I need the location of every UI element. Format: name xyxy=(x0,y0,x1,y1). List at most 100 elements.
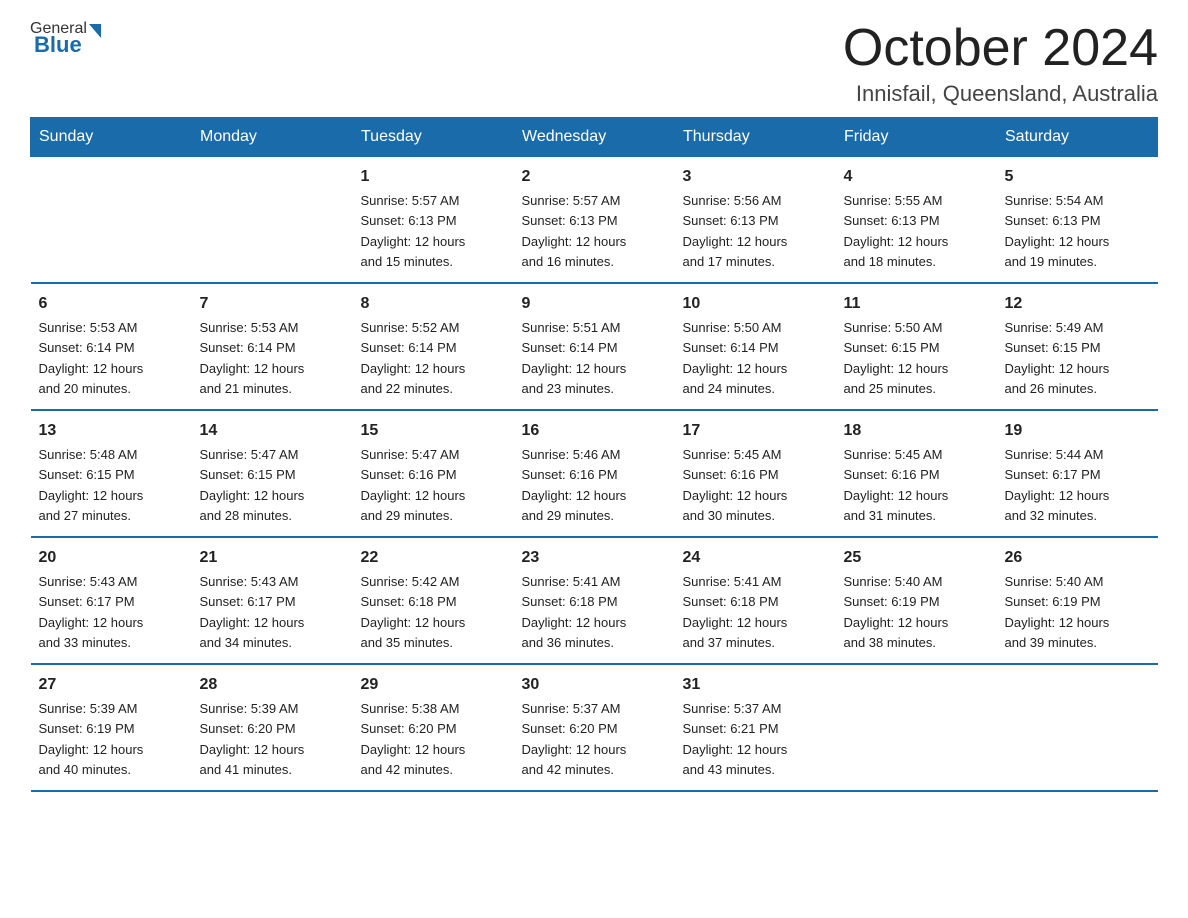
day-info: Sunrise: 5:46 AM Sunset: 6:16 PM Dayligh… xyxy=(522,447,627,523)
calendar-body: 1Sunrise: 5:57 AM Sunset: 6:13 PM Daylig… xyxy=(31,157,1158,792)
location-subtitle: Innisfail, Queensland, Australia xyxy=(843,81,1158,107)
calendar-day-cell: 1Sunrise: 5:57 AM Sunset: 6:13 PM Daylig… xyxy=(353,157,514,284)
weekday-header-sunday: Sunday xyxy=(31,118,192,157)
day-number: 10 xyxy=(683,292,828,316)
calendar-day-cell: 17 Sunrise: 5:45 AM Sunset: 6:16 PM Dayli… xyxy=(675,410,836,537)
weekday-header-saturday: Saturday xyxy=(997,118,1158,157)
day-number: 20 xyxy=(39,546,184,570)
calendar-day-cell: 31 Sunrise: 5:37 AM Sunset: 6:21 PM Dayli… xyxy=(675,664,836,791)
day-number: 25 xyxy=(844,546,989,570)
day-number: 30 xyxy=(522,673,667,697)
day-info: Sunrise: 5:50 AM Sunset: 6:15 PM Dayligh… xyxy=(844,320,949,396)
day-number: 3 xyxy=(683,165,828,189)
weekday-header-wednesday: Wednesday xyxy=(514,118,675,157)
day-number: 12 xyxy=(1005,292,1150,316)
day-info: Sunrise: 5:45 AM Sunset: 6:16 PM Dayligh… xyxy=(844,447,949,523)
calendar-day-cell: 28 Sunrise: 5:39 AM Sunset: 6:20 PM Dayli… xyxy=(192,664,353,791)
calendar-day-cell: 3 Sunrise: 5:56 AM Sunset: 6:13 PM Daylig… xyxy=(675,157,836,284)
day-info: Sunrise: 5:57 AM Sunset: 6:13 PM Dayligh… xyxy=(522,193,627,269)
day-info: Sunrise: 5:43 AM Sunset: 6:17 PM Dayligh… xyxy=(200,574,305,650)
month-title: October 2024 xyxy=(843,20,1158,77)
day-number: 22 xyxy=(361,546,506,570)
day-number: 4 xyxy=(844,165,989,189)
day-info: Sunrise: 5:54 AM Sunset: 6:13 PM Dayligh… xyxy=(1005,193,1110,269)
title-area: October 2024 Innisfail, Queensland, Aust… xyxy=(843,20,1158,107)
calendar-day-cell: 13Sunrise: 5:48 AM Sunset: 6:15 PM Dayli… xyxy=(31,410,192,537)
day-number: 6 xyxy=(39,292,184,316)
day-info: Sunrise: 5:45 AM Sunset: 6:16 PM Dayligh… xyxy=(683,447,788,523)
weekday-header-monday: Monday xyxy=(192,118,353,157)
calendar-day-cell xyxy=(192,157,353,284)
day-number: 28 xyxy=(200,673,345,697)
calendar-day-cell: 22 Sunrise: 5:42 AM Sunset: 6:18 PM Dayli… xyxy=(353,537,514,664)
calendar-week-row: 6 Sunrise: 5:53 AM Sunset: 6:14 PM Daylig… xyxy=(31,283,1158,410)
calendar-day-cell xyxy=(31,157,192,284)
day-info: Sunrise: 5:49 AM Sunset: 6:15 PM Dayligh… xyxy=(1005,320,1110,396)
weekday-header-thursday: Thursday xyxy=(675,118,836,157)
calendar-day-cell: 19 Sunrise: 5:44 AM Sunset: 6:17 PM Dayli… xyxy=(997,410,1158,537)
calendar-table: SundayMondayTuesdayWednesdayThursdayFrid… xyxy=(30,117,1158,792)
calendar-day-cell: 23Sunrise: 5:41 AM Sunset: 6:18 PM Dayli… xyxy=(514,537,675,664)
day-info: Sunrise: 5:55 AM Sunset: 6:13 PM Dayligh… xyxy=(844,193,949,269)
weekday-header-friday: Friday xyxy=(836,118,997,157)
day-info: Sunrise: 5:40 AM Sunset: 6:19 PM Dayligh… xyxy=(844,574,949,650)
calendar-day-cell: 10Sunrise: 5:50 AM Sunset: 6:14 PM Dayli… xyxy=(675,283,836,410)
calendar-day-cell xyxy=(997,664,1158,791)
calendar-day-cell: 20 Sunrise: 5:43 AM Sunset: 6:17 PM Dayli… xyxy=(31,537,192,664)
day-info: Sunrise: 5:43 AM Sunset: 6:17 PM Dayligh… xyxy=(39,574,144,650)
weekday-header-row: SundayMondayTuesdayWednesdayThursdayFrid… xyxy=(31,118,1158,157)
day-number: 31 xyxy=(683,673,828,697)
day-info: Sunrise: 5:56 AM Sunset: 6:13 PM Dayligh… xyxy=(683,193,788,269)
day-info: Sunrise: 5:47 AM Sunset: 6:15 PM Dayligh… xyxy=(200,447,305,523)
logo: General Blue xyxy=(30,20,101,58)
calendar-day-cell: 8 Sunrise: 5:52 AM Sunset: 6:14 PM Daylig… xyxy=(353,283,514,410)
day-info: Sunrise: 5:47 AM Sunset: 6:16 PM Dayligh… xyxy=(361,447,466,523)
calendar-day-cell: 4 Sunrise: 5:55 AM Sunset: 6:13 PM Daylig… xyxy=(836,157,997,284)
day-info: Sunrise: 5:44 AM Sunset: 6:17 PM Dayligh… xyxy=(1005,447,1110,523)
calendar-day-cell: 5 Sunrise: 5:54 AM Sunset: 6:13 PM Daylig… xyxy=(997,157,1158,284)
calendar-day-cell: 6 Sunrise: 5:53 AM Sunset: 6:14 PM Daylig… xyxy=(31,283,192,410)
day-number: 17 xyxy=(683,419,828,443)
calendar-day-cell: 16 Sunrise: 5:46 AM Sunset: 6:16 PM Dayli… xyxy=(514,410,675,537)
day-info: Sunrise: 5:39 AM Sunset: 6:20 PM Dayligh… xyxy=(200,701,305,777)
day-info: Sunrise: 5:37 AM Sunset: 6:21 PM Dayligh… xyxy=(683,701,788,777)
day-info: Sunrise: 5:51 AM Sunset: 6:14 PM Dayligh… xyxy=(522,320,627,396)
calendar-week-row: 13Sunrise: 5:48 AM Sunset: 6:15 PM Dayli… xyxy=(31,410,1158,537)
calendar-day-cell: 26Sunrise: 5:40 AM Sunset: 6:19 PM Dayli… xyxy=(997,537,1158,664)
logo-arrow-icon xyxy=(89,24,101,38)
day-info: Sunrise: 5:42 AM Sunset: 6:18 PM Dayligh… xyxy=(361,574,466,650)
calendar-header: SundayMondayTuesdayWednesdayThursdayFrid… xyxy=(31,118,1158,157)
calendar-day-cell: 18 Sunrise: 5:45 AM Sunset: 6:16 PM Dayli… xyxy=(836,410,997,537)
page-header: General Blue October 2024 Innisfail, Que… xyxy=(30,20,1158,107)
day-number: 24 xyxy=(683,546,828,570)
day-info: Sunrise: 5:37 AM Sunset: 6:20 PM Dayligh… xyxy=(522,701,627,777)
day-info: Sunrise: 5:53 AM Sunset: 6:14 PM Dayligh… xyxy=(39,320,144,396)
day-info: Sunrise: 5:39 AM Sunset: 6:19 PM Dayligh… xyxy=(39,701,144,777)
calendar-day-cell: 12 Sunrise: 5:49 AM Sunset: 6:15 PM Dayli… xyxy=(997,283,1158,410)
logo-blue-text: Blue xyxy=(34,32,82,58)
day-number: 21 xyxy=(200,546,345,570)
calendar-day-cell: 24Sunrise: 5:41 AM Sunset: 6:18 PM Dayli… xyxy=(675,537,836,664)
day-number: 8 xyxy=(361,292,506,316)
day-number: 11 xyxy=(844,292,989,316)
day-number: 23 xyxy=(522,546,667,570)
calendar-day-cell: 29Sunrise: 5:38 AM Sunset: 6:20 PM Dayli… xyxy=(353,664,514,791)
calendar-week-row: 20 Sunrise: 5:43 AM Sunset: 6:17 PM Dayli… xyxy=(31,537,1158,664)
calendar-day-cell: 30 Sunrise: 5:37 AM Sunset: 6:20 PM Dayli… xyxy=(514,664,675,791)
day-number: 9 xyxy=(522,292,667,316)
day-info: Sunrise: 5:57 AM Sunset: 6:13 PM Dayligh… xyxy=(361,193,466,269)
day-number: 18 xyxy=(844,419,989,443)
calendar-week-row: 27Sunrise: 5:39 AM Sunset: 6:19 PM Dayli… xyxy=(31,664,1158,791)
day-number: 19 xyxy=(1005,419,1150,443)
day-number: 5 xyxy=(1005,165,1150,189)
day-info: Sunrise: 5:52 AM Sunset: 6:14 PM Dayligh… xyxy=(361,320,466,396)
calendar-day-cell: 27Sunrise: 5:39 AM Sunset: 6:19 PM Dayli… xyxy=(31,664,192,791)
calendar-week-row: 1Sunrise: 5:57 AM Sunset: 6:13 PM Daylig… xyxy=(31,157,1158,284)
calendar-day-cell: 14Sunrise: 5:47 AM Sunset: 6:15 PM Dayli… xyxy=(192,410,353,537)
day-info: Sunrise: 5:38 AM Sunset: 6:20 PM Dayligh… xyxy=(361,701,466,777)
day-number: 16 xyxy=(522,419,667,443)
day-number: 26 xyxy=(1005,546,1150,570)
calendar-day-cell: 9 Sunrise: 5:51 AM Sunset: 6:14 PM Daylig… xyxy=(514,283,675,410)
day-number: 2 xyxy=(522,165,667,189)
day-number: 15 xyxy=(361,419,506,443)
